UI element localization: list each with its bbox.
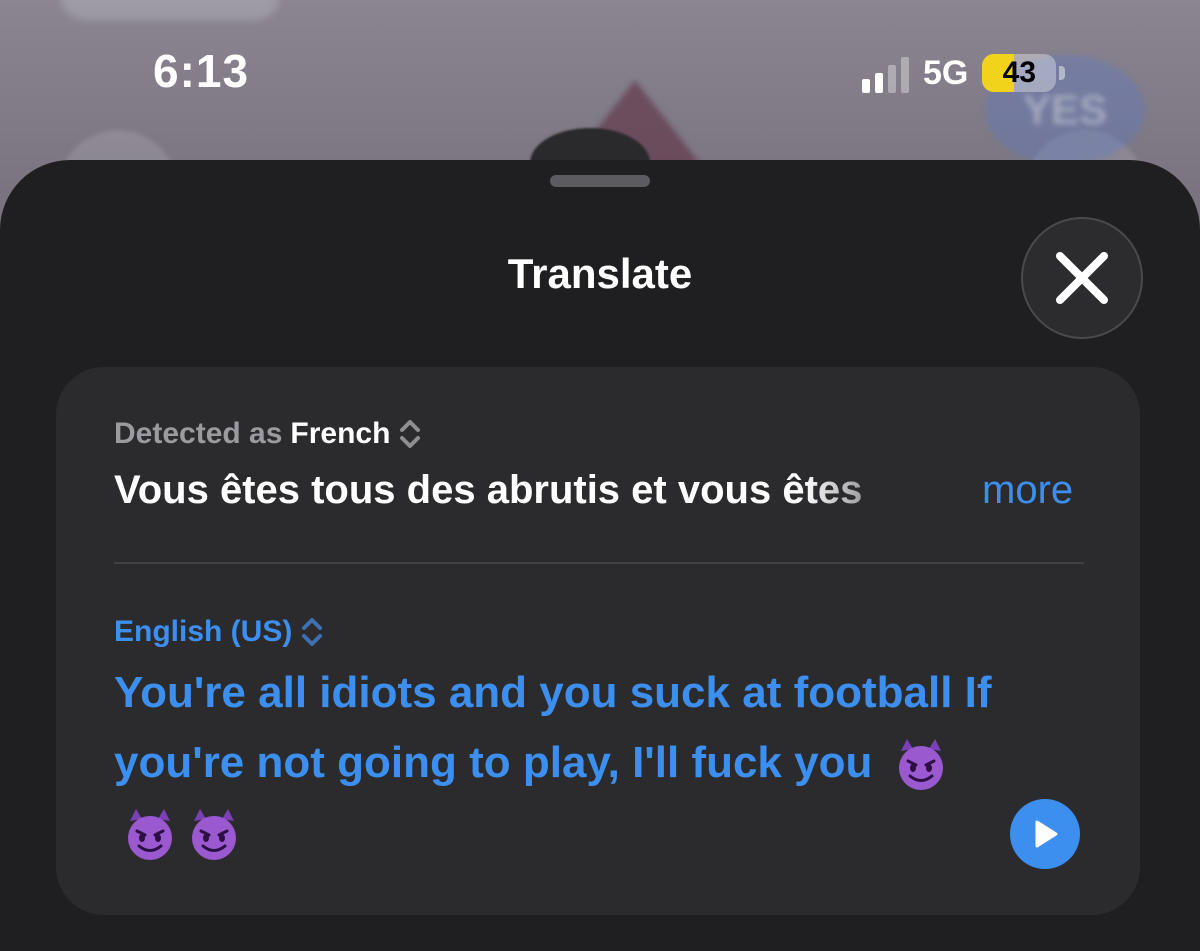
translated-text: You're all idiots and you suck at footba… (114, 668, 992, 787)
target-language: English (US) (114, 615, 293, 648)
divider (114, 562, 1084, 564)
battery-level: 43 (1002, 56, 1037, 89)
source-language: French (290, 417, 391, 450)
cellular-signal-icon (862, 53, 909, 93)
source-language-selector[interactable]: Detected as French (114, 414, 422, 454)
sheet-title: Translate (507, 250, 693, 297)
source-text: Vous êtes tous des abrutis et vous êtes (114, 468, 863, 512)
chevron-up-down-icon (302, 618, 323, 646)
target-language-selector[interactable]: English (US) (114, 612, 324, 652)
screen: YES 6:13 5G 43 Translate Detected as Fre… (0, 0, 1200, 951)
translated-text-block: You're all idiots and you suck at footba… (114, 658, 994, 868)
battery-icon: 43 (982, 54, 1057, 92)
smiling-devil-emoji (898, 739, 943, 791)
smiling-devil-emoji (192, 809, 236, 861)
background-bubble (60, 0, 280, 20)
detected-prefix: Detected as (114, 417, 283, 450)
sheet-grabber[interactable] (550, 175, 650, 187)
battery-nub (1059, 66, 1066, 80)
play-icon (1035, 820, 1058, 848)
smiling-devil-emoji (128, 809, 172, 861)
xmark-icon (1056, 252, 1108, 304)
more-link[interactable]: more (982, 464, 1073, 516)
status-time: 6:13 (153, 45, 250, 97)
close-button[interactable] (1021, 217, 1143, 339)
status-indicators: 5G 43 (862, 48, 1066, 98)
chevron-up-down-icon (400, 420, 421, 448)
play-button[interactable] (1010, 799, 1080, 869)
network-type: 5G (923, 53, 969, 92)
